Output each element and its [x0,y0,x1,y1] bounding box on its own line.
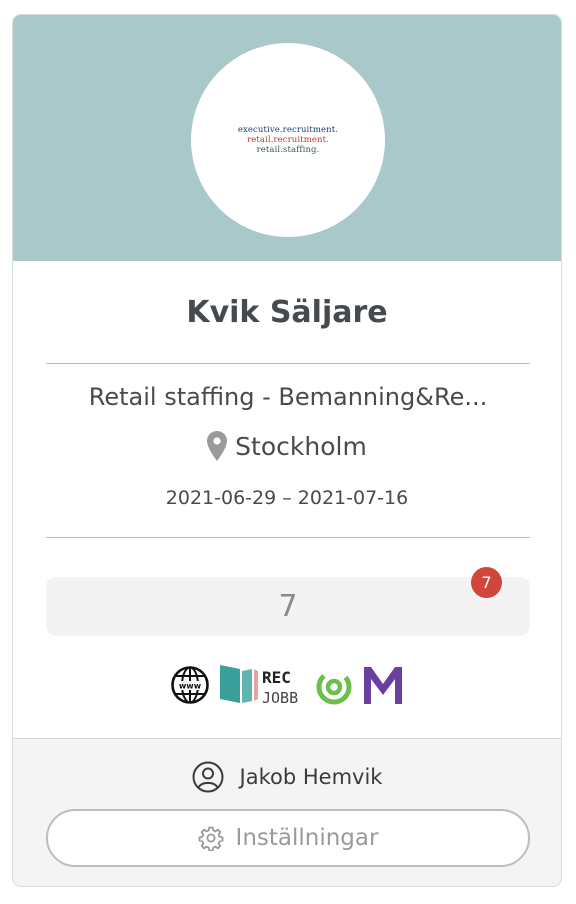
map-pin-icon [207,431,228,461]
svg-text:www: www [179,682,202,691]
circular-logo-icon[interactable] [314,665,354,705]
rec-jobb-icon[interactable]: REC JOBB [218,663,306,707]
new-applicants-badge: 7 [471,567,502,598]
applicants-count-button[interactable]: 7 [46,577,530,636]
ad-location: Stockholm [13,431,561,461]
job-ad-card: executive.recruitment. retail.recruitmen… [12,14,562,887]
m-logo-icon[interactable] [362,664,404,706]
svg-text:REC: REC [262,668,291,687]
owner-name: Jakob Hemvik [239,765,383,789]
ad-date-range: 2021-06-29 – 2021-07-16 [165,487,409,509]
gear-icon [198,826,223,851]
ad-subtitle: Retail staffing - Bemanning&Re... [88,383,488,411]
location-text: Stockholm [235,431,367,461]
company-logo: executive.recruitment. retail.recruitmen… [191,43,385,237]
ad-title: Kvik Säljare [186,295,388,330]
settings-label: Inställningar [235,825,379,851]
card-footer: Jakob Hemvik Inställningar [13,738,561,886]
card-banner: executive.recruitment. retail.recruitmen… [13,15,561,261]
logo-line-2: retail.recruitment. [247,135,329,145]
user-icon [192,761,224,793]
globe-www-icon[interactable]: www [170,665,210,705]
svg-text:JOBB: JOBB [262,689,298,707]
publishing-platforms: www REC JOBB [13,663,561,707]
divider-top [46,363,530,364]
logo-line-1: executive.recruitment. [237,125,339,135]
divider-bottom [46,537,530,538]
settings-button[interactable]: Inställningar [46,809,530,867]
logo-line-3: retail.staffing. [256,145,320,155]
ad-owner: Jakob Hemvik [13,761,561,793]
